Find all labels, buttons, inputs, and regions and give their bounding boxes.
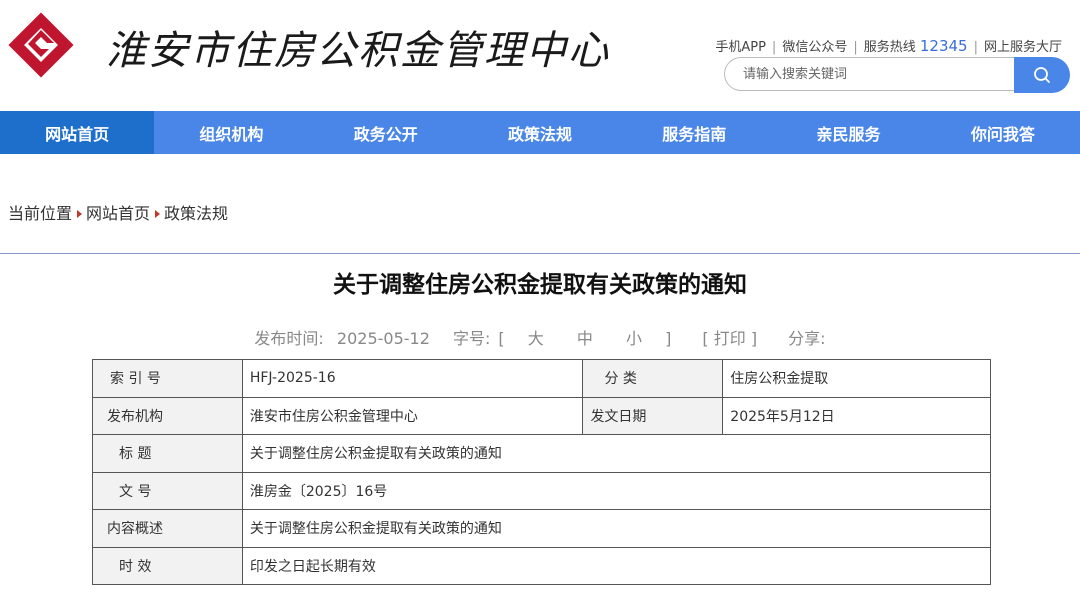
table-row: 时 效 印发之日起长期有效 — [92, 546, 992, 585]
search-input[interactable] — [724, 57, 1014, 91]
doc-number-label: 文 号 — [92, 471, 243, 510]
table-row: 发布机构 淮安市住房公积金管理中心 发文日期 2025年5月12日 — [92, 396, 991, 435]
validity-value: 印发之日起长期有效 — [241, 546, 992, 585]
breadcrumb-arrow-icon — [77, 209, 83, 218]
font-bracket-close: ] — [665, 329, 672, 348]
nav-service-guide[interactable]: 服务指南 — [617, 111, 771, 154]
issuer-label: 发布机构 — [92, 396, 243, 435]
summary-value: 关于调整住房公积金提取有关政策的通知 — [241, 509, 992, 548]
category-value: 住房公积金提取 — [722, 359, 991, 398]
wechat-link[interactable]: 微信公众号 — [782, 40, 847, 55]
nav-citizen-service[interactable]: 亲民服务 — [771, 111, 925, 154]
nav-organization[interactable]: 组织机构 — [154, 111, 308, 154]
main-nav: 网站首页 组织机构 政务公开 政策法规 服务指南 亲民服务 你问我答 — [0, 111, 1080, 154]
validity-label: 时 效 — [92, 546, 243, 585]
hotline-label: 服务热线 — [863, 40, 916, 55]
publish-label: 发布时间: — [254, 329, 324, 348]
font-bracket-open: [ — [498, 329, 505, 348]
mobile-app-link[interactable]: 手机APP — [715, 40, 766, 55]
article-title: 关于调整住房公积金提取有关政策的通知 — [333, 272, 747, 298]
divider — [0, 253, 1080, 254]
doc-number-value: 淮房金〔2025〕16号 — [241, 471, 992, 510]
font-small-button[interactable]: 小 — [626, 329, 642, 348]
issuer-value: 淮安市住房公积金管理中心 — [241, 396, 584, 435]
breadcrumb: 当前位置 网站首页 政策法规 — [8, 200, 228, 224]
breadcrumb-arrow-icon — [155, 209, 161, 218]
nav-government-affairs[interactable]: 政务公开 — [309, 111, 463, 154]
info-table: 索 引 号 HFJ-2025-16 分 类 住房公积金提取 发布机构 淮安市住房… — [92, 359, 992, 585]
font-large-button[interactable]: 大 — [528, 329, 544, 348]
date-value: 2025年5月12日 — [722, 396, 991, 435]
logo-icon[interactable] — [6, 10, 76, 80]
title-value: 关于调整住房公积金提取有关政策的通知 — [241, 434, 992, 473]
article-meta: 发布时间: 2025-05-12 字号: [ 大 中 小 ] [ 打印 ] 分享: — [0, 325, 1080, 349]
search-icon — [1034, 67, 1050, 83]
index-value: HFJ-2025-16 — [241, 359, 584, 398]
site-header: 淮安市住房公积金管理中心 手机APP | 微信公众号 | 服务热线 12345 | 网上服务… — [0, 0, 1080, 111]
index-label: 索 引 号 — [92, 359, 243, 398]
table-row: 索 引 号 HFJ-2025-16 分 类 住房公积金提取 — [92, 359, 991, 398]
site-title[interactable]: 淮安市住房公积金管理中心 — [106, 18, 610, 76]
print-button[interactable]: [ 打印 ] — [702, 329, 757, 348]
share-label[interactable]: 分享: — [788, 329, 825, 348]
top-links: 手机APP | 微信公众号 | 服务热线 12345 | 网上服务大厅 — [715, 37, 1062, 55]
summary-label: 内容概述 — [92, 509, 243, 548]
hotline-number: 12345 — [919, 37, 968, 55]
breadcrumb-policies[interactable]: 政策法规 — [164, 204, 228, 223]
font-size-label: 字号: — [452, 329, 491, 348]
table-row: 内容概述 关于调整住房公积金提取有关政策的通知 — [92, 509, 992, 548]
publish-date: 2025-05-12 — [336, 329, 430, 348]
category-label: 分 类 — [582, 359, 724, 398]
table-row: 标 题 关于调整住房公积金提取有关政策的通知 — [92, 434, 992, 473]
breadcrumb-home[interactable]: 网站首页 — [86, 204, 150, 223]
nav-home[interactable]: 网站首页 — [0, 111, 155, 154]
date-label: 发文日期 — [582, 396, 724, 435]
search-box — [724, 57, 1070, 93]
font-medium-button[interactable]: 中 — [577, 329, 593, 348]
title-label: 标 题 — [92, 434, 243, 473]
table-row: 文 号 淮房金〔2025〕16号 — [92, 471, 992, 510]
breadcrumb-prefix: 当前位置 — [8, 204, 73, 223]
search-button[interactable] — [1014, 57, 1070, 93]
nav-policies[interactable]: 政策法规 — [463, 111, 617, 154]
nav-qa[interactable]: 你问我答 — [926, 111, 1080, 154]
online-hall-link[interactable]: 网上服务大厅 — [984, 40, 1062, 55]
